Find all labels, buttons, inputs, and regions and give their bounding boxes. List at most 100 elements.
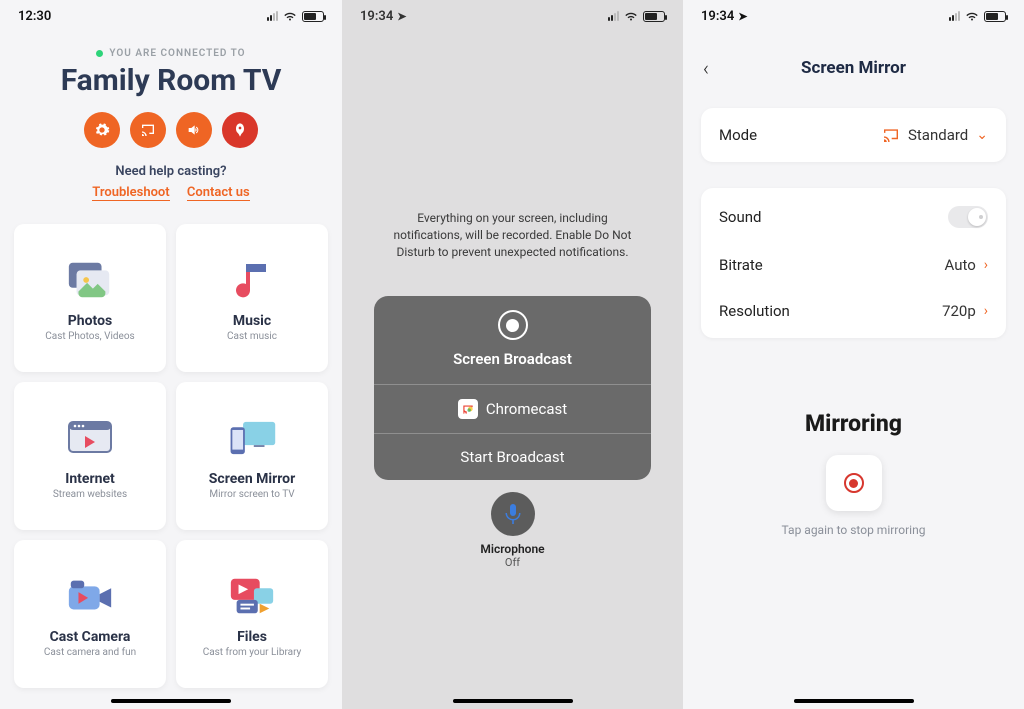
tile-subtitle: Stream websites xyxy=(53,489,127,500)
broadcast-app-row[interactable]: Chromecast xyxy=(374,384,651,433)
volume-button[interactable] xyxy=(176,112,212,148)
sound-row: Sound xyxy=(719,192,988,242)
tile-music[interactable]: Music Cast music xyxy=(176,224,328,372)
cast-icon xyxy=(882,128,900,142)
sound-toggle[interactable] xyxy=(948,206,988,228)
action-buttons xyxy=(0,112,342,148)
tile-title: Internet xyxy=(65,471,115,487)
tile-subtitle: Cast music xyxy=(227,331,277,342)
cast-icon xyxy=(140,122,156,138)
speaker-icon xyxy=(186,122,202,138)
resolution-label: Resolution xyxy=(719,302,790,320)
tile-subtitle: Cast from your Library xyxy=(203,647,302,658)
signal-icon xyxy=(949,11,960,21)
tile-cast-camera[interactable]: Cast Camera Cast camera and fun xyxy=(14,540,166,688)
tile-title: Screen Mirror xyxy=(209,471,295,487)
troubleshoot-link[interactable]: Troubleshoot xyxy=(92,185,169,201)
settings-button[interactable] xyxy=(84,112,120,148)
mode-value: Standard xyxy=(908,126,968,144)
internet-icon xyxy=(65,413,115,463)
signal-icon xyxy=(267,11,278,21)
resolution-row[interactable]: Resolution 720p › xyxy=(719,288,988,334)
mirroring-button[interactable] xyxy=(826,455,882,511)
microphone-button[interactable] xyxy=(491,492,535,536)
app-name-label: Chromecast xyxy=(486,400,567,418)
status-bar: 19:34 ➤ xyxy=(683,0,1024,32)
tile-title: Photos xyxy=(68,313,112,329)
connected-label: YOU ARE CONNECTED TO xyxy=(109,48,245,59)
tile-internet[interactable]: Internet Stream websites xyxy=(14,382,166,530)
files-icon xyxy=(227,571,277,621)
gear-icon xyxy=(94,122,110,138)
music-icon xyxy=(227,255,277,305)
status-indicators xyxy=(608,11,665,22)
boost-button[interactable] xyxy=(222,112,258,148)
screen-mirror-icon xyxy=(227,413,277,463)
mirroring-title: Mirroring xyxy=(683,410,1024,437)
wifi-icon xyxy=(624,11,638,22)
connection-status: YOU ARE CONNECTED TO xyxy=(0,48,342,59)
status-time: 19:34 xyxy=(701,9,734,24)
chevron-down-icon: ⌄ xyxy=(976,127,988,143)
microphone-state: Off xyxy=(342,556,683,569)
broadcast-panel: Screen Broadcast Chromecast Start Broadc… xyxy=(374,296,651,480)
back-button[interactable]: ‹ xyxy=(703,56,709,80)
bitrate-value: Auto xyxy=(944,256,975,274)
tile-photos[interactable]: Photos Cast Photos, Videos xyxy=(14,224,166,372)
device-title: Family Room TV xyxy=(0,63,342,98)
record-icon xyxy=(844,473,864,493)
status-indicators xyxy=(949,11,1006,22)
cast-button[interactable] xyxy=(130,112,166,148)
start-broadcast-label: Start Broadcast xyxy=(460,448,564,466)
screen-home: 12:30 YOU ARE CONNECTED TO Family Room T… xyxy=(0,0,342,709)
sound-label: Sound xyxy=(719,208,761,226)
resolution-value: 720p xyxy=(942,302,976,320)
tile-files[interactable]: Files Cast from your Library xyxy=(176,540,328,688)
location-icon: ➤ xyxy=(738,10,747,23)
battery-icon xyxy=(302,11,324,22)
mode-card: Mode Standard ⌄ xyxy=(701,108,1006,162)
status-dot-icon xyxy=(96,50,103,57)
status-bar: 12:30 xyxy=(0,0,342,32)
record-icon xyxy=(498,310,528,340)
home-indicator[interactable] xyxy=(794,699,914,703)
help-question: Need help casting? xyxy=(0,164,342,179)
mirroring-section: Mirroring Tap again to stop mirroring xyxy=(683,410,1024,537)
tile-subtitle: Cast camera and fun xyxy=(44,647,136,658)
microphone-icon xyxy=(504,503,522,525)
nav-bar: ‹ Screen Mirror xyxy=(683,50,1024,86)
signal-icon xyxy=(608,11,619,21)
status-bar: 19:34➤ xyxy=(342,0,683,32)
microphone-control: Microphone Off xyxy=(342,492,683,569)
screen-broadcast-picker: 19:34➤ Everything on your screen, includ… xyxy=(342,0,683,709)
panel-title: Screen Broadcast xyxy=(374,350,651,368)
contact-link[interactable]: Contact us xyxy=(187,185,250,201)
tile-title: Files xyxy=(237,629,267,645)
screen-mirror-settings: 19:34 ➤ ‹ Screen Mirror Mode Standard ⌄ S… xyxy=(683,0,1024,709)
tile-subtitle: Mirror screen to TV xyxy=(209,489,294,500)
feature-grid: Photos Cast Photos, Videos Music Cast mu… xyxy=(0,210,342,702)
home-indicator[interactable] xyxy=(111,699,231,703)
panel-header: Screen Broadcast xyxy=(374,296,651,384)
wifi-icon xyxy=(283,11,297,22)
header: YOU ARE CONNECTED TO Family Room TV Need… xyxy=(0,48,342,200)
home-indicator[interactable] xyxy=(453,699,573,703)
tile-subtitle: Cast Photos, Videos xyxy=(45,331,134,342)
settings-card: Sound Bitrate Auto› Resolution 720p › xyxy=(701,188,1006,338)
rocket-icon xyxy=(232,122,248,138)
help-links: Troubleshoot Contact us xyxy=(0,185,342,200)
tile-screen-mirror[interactable]: Screen Mirror Mirror screen to TV xyxy=(176,382,328,530)
microphone-label: Microphone xyxy=(342,542,683,556)
bitrate-row[interactable]: Bitrate Auto› xyxy=(719,242,988,288)
photos-icon xyxy=(65,255,115,305)
mode-row[interactable]: Mode Standard ⌄ xyxy=(719,126,988,144)
start-broadcast-button[interactable]: Start Broadcast xyxy=(374,433,651,480)
tile-title: Music xyxy=(233,313,271,329)
camera-icon xyxy=(65,571,115,621)
wifi-icon xyxy=(965,11,979,22)
mode-label: Mode xyxy=(719,126,757,144)
bitrate-label: Bitrate xyxy=(719,256,763,274)
location-icon: ➤ xyxy=(397,10,406,23)
nav-title: Screen Mirror xyxy=(801,58,906,78)
chevron-right-icon: › xyxy=(984,303,988,319)
